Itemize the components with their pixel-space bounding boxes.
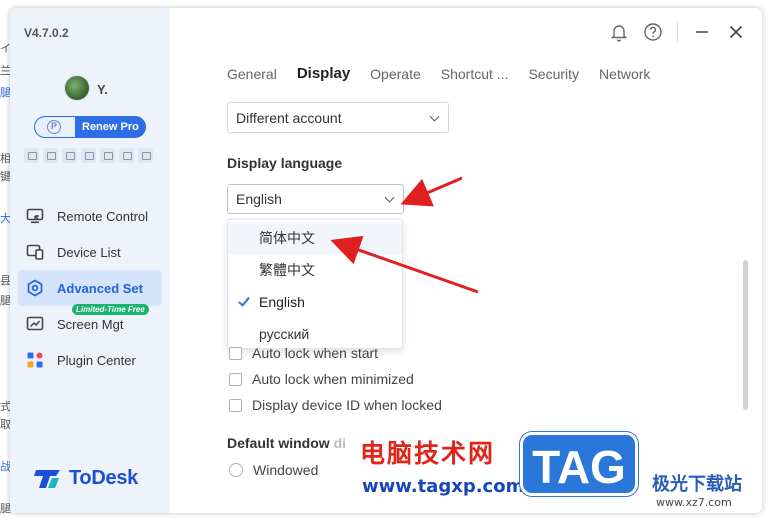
language-dropdown-menu: 简体中文 繁體中文 English русский xyxy=(227,219,403,349)
user-name[interactable]: Y. xyxy=(97,82,108,97)
chevron-down-icon xyxy=(429,111,440,122)
sidebar-item-label: Device List xyxy=(57,244,121,260)
version-label: V4.7.0.2 xyxy=(24,26,69,40)
auto-lock-minimized-row[interactable]: Auto lock when minimized xyxy=(229,371,414,387)
settings-tabs: General Display Operate Shortcut ... Sec… xyxy=(227,65,670,82)
renew-pro-button[interactable]: P Renew Pro xyxy=(34,116,146,138)
monitor-remote-icon xyxy=(26,207,44,225)
screen-icon[interactable] xyxy=(62,148,77,163)
circle-icon[interactable] xyxy=(119,148,134,163)
option-label: English xyxy=(259,294,305,310)
checkbox-label: Display device ID when locked xyxy=(252,397,442,413)
language-select-value: English xyxy=(236,191,282,207)
language-option-simplified-chinese[interactable]: 简体中文 xyxy=(228,222,402,254)
auto-lock-minimized-checkbox[interactable] xyxy=(229,372,242,386)
tab-operate[interactable]: Operate xyxy=(370,66,421,82)
sidebar-item-advanced-set[interactable]: Advanced Set xyxy=(18,270,162,306)
option-label: 简体中文 xyxy=(259,230,315,246)
tab-shortcut[interactable]: Shortcut ... xyxy=(441,66,509,82)
more-icon[interactable] xyxy=(138,148,153,163)
language-option-english[interactable]: English xyxy=(228,286,402,318)
screen-chart-icon xyxy=(26,315,44,333)
tab-network[interactable]: Network xyxy=(599,66,650,82)
option-label: русский xyxy=(259,326,310,342)
windowed-option[interactable]: Windowed xyxy=(229,462,318,478)
account-select-value: Different account xyxy=(236,109,342,126)
toolbar-divider xyxy=(677,22,678,42)
bug-icon[interactable] xyxy=(100,148,115,163)
checkmark-icon xyxy=(238,294,250,307)
todesk-logo: ToDesk xyxy=(34,466,138,490)
tab-security[interactable]: Security xyxy=(528,66,579,82)
sidebar: V4.7.0.2 Y. P Renew Pro Remote Control D… xyxy=(10,8,170,513)
sidebar-item-label: Remote Control xyxy=(57,208,149,224)
todesk-logo-text: ToDesk xyxy=(69,466,138,489)
tablet-icon[interactable] xyxy=(81,148,96,163)
language-select[interactable]: English xyxy=(227,184,404,214)
display-id-locked-row[interactable]: Display device ID when locked xyxy=(229,397,442,413)
checkbox-label: Auto lock when minimized xyxy=(252,371,414,387)
hexagon-settings-icon xyxy=(26,279,44,297)
default-window-title-tail: di xyxy=(333,435,347,451)
limited-time-free-badge: Limited-Time Free xyxy=(72,304,149,315)
windowed-radio[interactable] xyxy=(229,463,243,477)
sidebar-item-plugin-center[interactable]: Plugin Center xyxy=(18,342,162,378)
todesk-logo-icon xyxy=(34,466,62,490)
sidebar-nav: Remote Control Device List Advanced Set … xyxy=(18,198,162,378)
settings-window: V4.7.0.2 Y. P Renew Pro Remote Control D… xyxy=(10,8,762,513)
help-icon[interactable] xyxy=(643,22,663,42)
auto-lock-start-checkbox[interactable] xyxy=(229,346,242,360)
display-language-title: Display language xyxy=(227,155,343,171)
pro-badge-icon: P xyxy=(47,120,61,134)
language-option-traditional-chinese[interactable]: 繁體中文 xyxy=(228,254,402,286)
display-id-locked-checkbox[interactable] xyxy=(229,398,242,412)
window-controls xyxy=(609,22,746,42)
tab-general[interactable]: General xyxy=(227,66,277,82)
main-panel: General Display Operate Shortcut ... Sec… xyxy=(170,8,762,513)
radio-label: Windowed xyxy=(253,462,319,478)
renew-pro-label: Renew Pro xyxy=(82,121,139,133)
sidebar-item-label: Plugin Center xyxy=(57,352,136,368)
sidebar-item-remote-control[interactable]: Remote Control xyxy=(18,198,162,234)
default-window-title: Default window di xyxy=(227,435,346,451)
sidebar-item-label: Screen Mgt xyxy=(57,316,124,332)
plugin-grid-icon xyxy=(26,351,44,369)
sidebar-item-label: Advanced Set xyxy=(57,280,143,296)
chevron-down-icon xyxy=(384,192,395,203)
sidebar-item-device-list[interactable]: Device List xyxy=(18,234,162,270)
vertical-scrollbar[interactable] xyxy=(743,260,748,410)
account-select[interactable]: Different account xyxy=(227,102,449,133)
gamepad-icon[interactable] xyxy=(24,148,39,163)
option-label: 繁體中文 xyxy=(259,262,315,278)
device-list-icon xyxy=(26,243,44,261)
bell-icon[interactable] xyxy=(609,22,629,42)
default-window-title-text: Default window xyxy=(227,435,330,451)
checkbox-label: Auto lock when start xyxy=(252,345,379,361)
monitor-icon[interactable] xyxy=(43,148,58,163)
feature-icon-row xyxy=(24,148,153,163)
avatar[interactable] xyxy=(64,75,90,101)
minimize-icon[interactable] xyxy=(692,22,712,42)
auto-lock-start-row[interactable]: Auto lock when start xyxy=(229,345,378,361)
close-icon[interactable] xyxy=(726,22,746,42)
tab-display[interactable]: Display xyxy=(297,65,350,82)
